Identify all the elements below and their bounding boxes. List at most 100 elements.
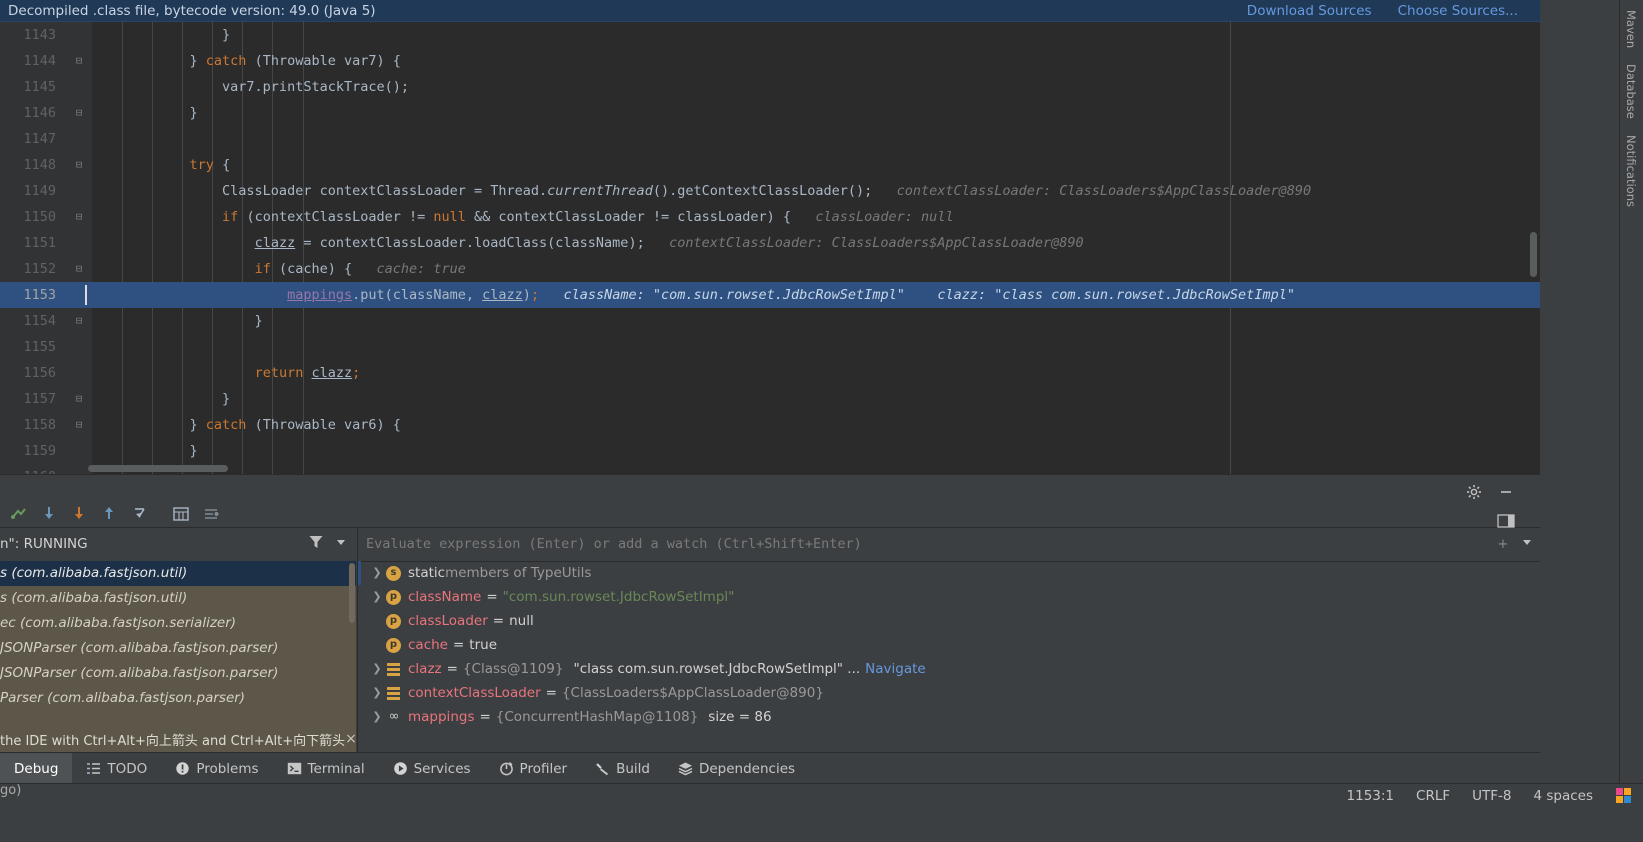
step-over-icon[interactable] [36,501,62,527]
frames-tip-text: the IDE with Ctrl+Alt+向上箭头 and Ctrl+Alt+… [0,733,346,749]
code-line[interactable]: 1154 ⊟ } [0,308,1540,334]
add-watch-button[interactable]: + [1492,537,1514,552]
line-number: 1158 [23,417,56,433]
chevron-down-icon[interactable] [334,535,348,553]
variable-extra: size = 86 [708,709,772,725]
frame-list-item[interactable]: s (com.alibaba.fastjson.util) [0,561,356,586]
variable-name: className [408,589,482,605]
debug-settings-gear-icon[interactable] [1462,480,1486,504]
line-separator[interactable]: CRLF [1416,788,1450,804]
frames-header: n": RUNNING [0,527,356,562]
code-fold-icon[interactable]: ⊟ [72,412,86,438]
code-fold-icon[interactable]: ⊟ [72,308,86,334]
bottom-tool-window-bar[interactable]: Debug TODO Problems Terminal Services Profile… [0,752,1540,784]
download-sources-link[interactable]: Download Sources [1247,3,1372,19]
bottom-tab-profiler[interactable]: Profiler [485,753,582,784]
code-line[interactable]: 1157 ⊟ } [0,386,1540,412]
bottom-tab-todo[interactable]: TODO [72,753,161,784]
evaluate-expression-icon[interactable] [168,501,194,527]
code-line[interactable]: 1145 var7.printStackTrace(); [0,74,1540,100]
editor-vertical-scrollbar[interactable] [1530,232,1537,277]
frame-list-item[interactable]: JSONParser (com.alibaba.fastjson.parser) [0,661,356,686]
code-lines[interactable]: 1143 } 1144 ⊟ } catch (Throwable var7) {11… [0,22,1540,474]
expand-chevron-icon[interactable]: ❯ [368,681,386,705]
code-fold-icon[interactable]: ⊟ [72,100,86,126]
thread-status-label: n": RUNNING [0,536,88,552]
code-line[interactable]: 1159 } [0,438,1540,464]
code-fold-icon[interactable]: ⊟ [72,204,86,230]
step-into-icon[interactable] [66,501,92,527]
editor-horizontal-scrollbar[interactable] [88,465,228,472]
minimize-window-icon[interactable] [1494,480,1518,504]
variable-row[interactable]: ❯ p className = "com.sun.rowset.JdbcRowSetIm… [358,585,1540,609]
code-line[interactable]: 1149 ClassLoader contextClassLoader = Th… [0,178,1540,204]
show-execution-point-icon[interactable] [6,501,32,527]
filter-icon[interactable] [308,534,324,554]
bottom-tab-terminal[interactable]: Terminal [273,753,379,784]
frames-scrollbar[interactable] [349,563,355,623]
code-line[interactable]: 1158 ⊟ } catch (Throwable var6) { [0,412,1540,438]
force-step-into-icon[interactable] [96,501,122,527]
code-editor[interactable]: 1143 } 1144 ⊟ } catch (Throwable var7) {11… [0,22,1540,474]
tool-tab-notifications[interactable]: Notifications [1620,127,1642,215]
code-fold-icon[interactable]: ⊟ [72,152,86,178]
variables-list[interactable]: ❯ s static members of TypeUtils ❯ p className… [358,561,1540,753]
bottom-tab-build[interactable]: Build [581,753,664,784]
frame-list-item[interactable]: JSONParser (com.alibaba.fastjson.parser) [0,636,356,661]
intellij-logo-icon[interactable] [1615,787,1633,805]
code-line[interactable]: 1151 clazz = contextClassLoader.loadClas… [0,230,1540,256]
code-line[interactable]: 1150 ⊟ if (contextClassLoader != null && … [0,204,1540,230]
bottom-tab-label: Dependencies [698,760,796,777]
evaluate-expression-input[interactable]: Evaluate expression (Enter) or add a wat… [366,536,1492,552]
code-line[interactable]: 1146 ⊟ } [0,100,1540,126]
expand-chevron-icon[interactable]: ❯ [368,585,386,609]
variable-row[interactable]: ❯ clazz = {Class@1109} "class com.sun.rowset… [358,657,1540,681]
code-line[interactable]: 1148 ⊟ try { [0,152,1540,178]
warning-icon [175,761,190,776]
frame-list-item[interactable]: ec (com.alibaba.fastjson.serializer) [0,611,356,636]
code-line[interactable]: 1147 [0,126,1540,152]
play-circle-icon [393,761,408,776]
tool-tab-maven[interactable]: Maven [1620,2,1642,56]
code-fold-icon[interactable]: ⊟ [72,48,86,74]
navigate-link[interactable]: Navigate [865,657,926,681]
bottom-tab-problems[interactable]: Problems [161,753,272,784]
code-line[interactable]: 1152 ⊟ if (cache) { cache: true [0,256,1540,282]
code-line[interactable]: 1153 mappings.put(className, clazz); cla… [0,282,1540,308]
choose-sources-link[interactable]: Choose Sources... [1398,3,1518,19]
variable-row[interactable]: ❯p classLoader=null [358,609,1540,633]
file-encoding[interactable]: UTF-8 [1472,788,1511,804]
variable-row[interactable]: ❯ ∞ mappings = {ConcurrentHashMap@1108} size … [358,705,1540,729]
bottom-tab-services[interactable]: Services [379,753,485,784]
right-tool-window-bar[interactable]: Maven Database Notifications [1619,0,1643,783]
bottom-tab-debug[interactable]: Debug [0,753,73,784]
line-number: 1145 [23,79,56,95]
text-caret [85,285,87,305]
indent-setting[interactable]: 4 spaces [1533,788,1593,804]
chevron-down-icon[interactable] [1514,535,1540,553]
code-line[interactable]: 1143 } [0,22,1540,48]
bottom-tab-dependencies[interactable]: Dependencies [664,753,809,784]
code-line[interactable]: 1144 ⊟ } catch (Throwable var7) { [0,48,1540,74]
code-fold-icon[interactable]: ⊟ [72,386,86,412]
decompiled-class-banner: Decompiled .class file, bytecode version… [0,0,1540,22]
variable-row[interactable]: ❯pcache=true [358,633,1540,657]
variable-row[interactable]: ❯ contextClassLoader = {ClassLoaders$AppCla… [358,681,1540,705]
variable-row[interactable]: ❯ s static members of TypeUtils [358,561,1540,585]
frame-list-item[interactable]: Parser (com.alibaba.fastjson.parser) [0,686,356,711]
code-fold-icon[interactable]: ⊟ [72,256,86,282]
frame-list-item[interactable]: s (com.alibaba.fastjson.util) [0,586,356,611]
expand-chevron-icon[interactable]: ❯ [368,705,386,729]
code-line[interactable]: 1156 return clazz; [0,360,1540,386]
expand-chevron-icon[interactable]: ❯ [368,561,386,585]
code-line[interactable]: 1160 [0,464,1540,474]
tool-tab-database[interactable]: Database [1620,56,1642,127]
expand-chevron-icon[interactable]: ❯ [368,657,386,681]
step-out-icon[interactable] [128,501,154,527]
mute-breakpoints-icon[interactable] [198,501,224,527]
caret-position[interactable]: 1153:1 [1347,788,1395,804]
frames-list[interactable]: s (com.alibaba.fastjson.util) s (com.alib… [0,561,356,726]
variable-name: contextClassLoader [408,685,541,701]
bottom-tab-label: Build [616,760,650,777]
code-line[interactable]: 1155 [0,334,1540,360]
